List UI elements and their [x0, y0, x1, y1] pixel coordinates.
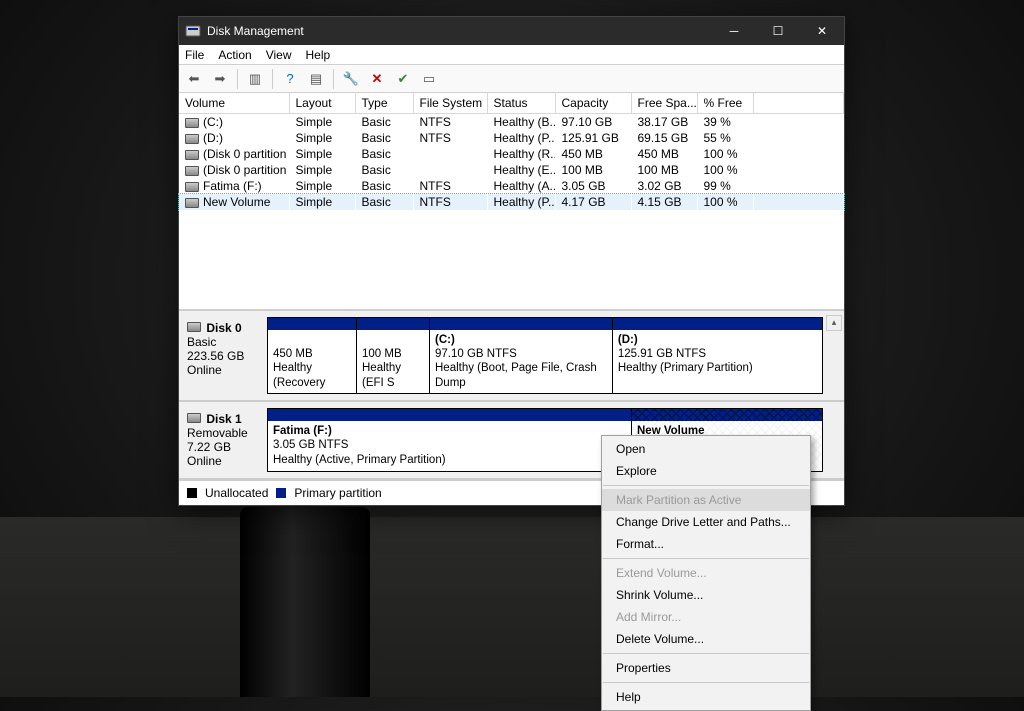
ctx-properties[interactable]: Properties	[602, 657, 810, 679]
ctx-help[interactable]: Help	[602, 686, 810, 708]
help-icon[interactable]: ?	[279, 68, 301, 90]
ctx-add-mirror[interactable]: Add Mirror...	[602, 606, 810, 628]
volume-name: Fatima (F:)	[203, 179, 262, 193]
table-row[interactable]: (C:)SimpleBasicNTFSHealthy (B...97.10 GB…	[179, 114, 844, 131]
table-row[interactable]: (Disk 0 partition 1)SimpleBasicHealthy (…	[179, 146, 844, 162]
drive-icon	[185, 182, 199, 192]
scroll-up-icon[interactable]: ▴	[826, 315, 842, 331]
disk1-title: Disk 1	[206, 412, 241, 426]
col-layout[interactable]: Layout	[289, 93, 355, 114]
legend-swatch-unallocated	[187, 488, 197, 498]
partition[interactable]: 450 MB Healthy (Recovery	[267, 317, 357, 395]
volume-name: (D:)	[203, 131, 223, 145]
drive-icon	[185, 150, 199, 160]
col-capacity[interactable]: Capacity	[555, 93, 631, 114]
disk1-status: Online	[187, 454, 222, 468]
menu-file[interactable]: File	[185, 48, 204, 62]
window-title: Disk Management	[207, 24, 712, 38]
disk-icon	[187, 322, 201, 332]
volume-name: (Disk 0 partition 2)	[203, 163, 289, 177]
disk0-size: 223.56 GB	[187, 349, 244, 363]
col-status[interactable]: Status	[487, 93, 555, 114]
back-icon[interactable]: ⬅	[183, 68, 205, 90]
partition[interactable]: (D:) 125.91 GB NTFS Healthy (Primary Par…	[612, 317, 823, 395]
forward-icon[interactable]: ➡	[209, 68, 231, 90]
partition[interactable]: Fatima (F:) 3.05 GB NTFS Healthy (Active…	[267, 408, 632, 472]
drive-icon	[185, 118, 199, 128]
drive-icon	[185, 198, 199, 208]
ctx-explore[interactable]: Explore	[602, 460, 810, 482]
check-icon[interactable]: ✔	[392, 68, 414, 90]
legend-swatch-primary	[276, 488, 286, 498]
context-menu: Open Explore Mark Partition as Active Ch…	[601, 435, 811, 711]
col-volume[interactable]: Volume	[179, 93, 289, 114]
panel-icon[interactable]: ▥	[244, 68, 266, 90]
partition[interactable]: (C:) 97.10 GB NTFS Healthy (Boot, Page F…	[429, 317, 613, 395]
legend-unallocated: Unallocated	[205, 486, 268, 500]
table-row[interactable]: New VolumeSimpleBasicNTFSHealthy (P...4.…	[179, 194, 844, 210]
menu-help[interactable]: Help	[306, 48, 331, 62]
ctx-extend[interactable]: Extend Volume...	[602, 562, 810, 584]
col-pctfree[interactable]: % Free	[697, 93, 753, 114]
minimize-button[interactable]: ─	[712, 17, 756, 45]
toolbar: ⬅ ➡ ▥ ? ▤ 🔧 ✕ ✔ ▭	[179, 65, 844, 93]
disk-row-0: Disk 0 Basic 223.56 GB Online 450 MB Hea…	[179, 311, 844, 403]
drive-icon	[185, 166, 199, 176]
col-filesystem[interactable]: File System	[413, 93, 487, 114]
ctx-open[interactable]: Open	[602, 438, 810, 460]
ctx-change-letter[interactable]: Change Drive Letter and Paths...	[602, 511, 810, 533]
volume-name: (Disk 0 partition 1)	[203, 147, 289, 161]
titlebar[interactable]: Disk Management ─ ☐ ✕	[179, 17, 844, 45]
ctx-shrink[interactable]: Shrink Volume...	[602, 584, 810, 606]
menubar: File Action View Help	[179, 45, 844, 65]
drive-icon	[185, 134, 199, 144]
delete-icon[interactable]: ✕	[366, 68, 388, 90]
volume-name: New Volume	[203, 195, 270, 209]
maximize-button[interactable]: ☐	[756, 17, 800, 45]
col-freespace[interactable]: Free Spa...	[631, 93, 697, 114]
disk-management-window: Disk Management ─ ☐ ✕ File Action View H…	[178, 16, 845, 506]
table-row[interactable]: (Disk 0 partition 2)SimpleBasicHealthy (…	[179, 162, 844, 178]
disk-management-icon	[185, 23, 201, 39]
table-row[interactable]: Fatima (F:)SimpleBasicNTFSHealthy (A...3…	[179, 178, 844, 194]
menu-view[interactable]: View	[266, 48, 292, 62]
disk0-status: Online	[187, 363, 222, 377]
col-type[interactable]: Type	[355, 93, 413, 114]
disk0-title: Disk 0	[206, 321, 241, 335]
table-row[interactable]: (D:)SimpleBasicNTFSHealthy (P...125.91 G…	[179, 130, 844, 146]
partition[interactable]: 100 MB Healthy (EFI S	[356, 317, 430, 395]
disk1-size: 7.22 GB	[187, 440, 231, 454]
settings-icon[interactable]: 🔧	[340, 68, 362, 90]
volume-name: (C:)	[203, 115, 223, 129]
legend-primary: Primary partition	[294, 486, 381, 500]
ctx-format[interactable]: Format...	[602, 533, 810, 555]
table-empty-area	[179, 210, 844, 310]
menu-action[interactable]: Action	[218, 48, 251, 62]
close-button[interactable]: ✕	[800, 17, 844, 45]
list-icon[interactable]: ▤	[305, 68, 327, 90]
disk1-kind: Removable	[187, 426, 248, 440]
ctx-delete[interactable]: Delete Volume...	[602, 628, 810, 650]
disk-icon	[187, 413, 201, 423]
volume-table[interactable]: Volume Layout Type File System Status Ca…	[179, 93, 844, 210]
properties-icon[interactable]: ▭	[418, 68, 440, 90]
ctx-mark-active[interactable]: Mark Partition as Active	[602, 489, 810, 511]
disk0-kind: Basic	[187, 335, 216, 349]
